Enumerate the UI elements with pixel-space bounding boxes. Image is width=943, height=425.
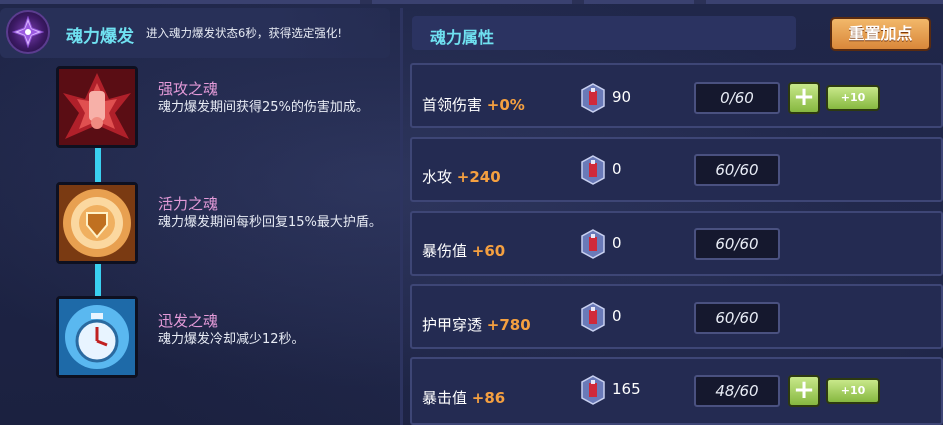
attribute-bonus: +240: [456, 168, 501, 186]
skill-description: 魂力爆发冷却减少12秒。: [158, 332, 305, 347]
attribute-level: 60/60: [694, 228, 780, 260]
soul-burst-title: 魂力爆发: [66, 27, 134, 47]
soul-gem-icon: [581, 229, 605, 259]
soul-gem-icon: [581, 375, 605, 405]
skill-name: 活力之魂: [158, 195, 219, 213]
vitality-soul-icon[interactable]: [56, 182, 138, 264]
attribute-bonus: +60: [471, 242, 506, 260]
soul-burst-icon: [6, 10, 50, 54]
gem-count: 0: [612, 160, 622, 178]
attribute-row: 首领伤害 +0% 90 0/60 + +10: [410, 63, 943, 128]
soul-gem-icon: [581, 83, 605, 113]
attack-soul-icon[interactable]: [56, 66, 138, 148]
attribute-level: 60/60: [694, 154, 780, 186]
gem-count: 0: [612, 307, 622, 325]
attribute-bonus: +86: [471, 389, 506, 407]
attribute-bonus: +780: [486, 316, 531, 334]
skill-name: 迅发之魂: [158, 312, 219, 330]
attribute-level: 0/60: [694, 82, 780, 114]
add-point-button[interactable]: +: [788, 375, 820, 407]
add-ten-points-button[interactable]: +10: [826, 85, 880, 111]
attributes-title: 魂力属性: [430, 28, 495, 47]
attribute-name: 首领伤害: [422, 96, 483, 114]
soul-burst-description: 进入魂力爆发状态6秒，获得选定强化!: [146, 26, 342, 40]
skill-connector: [95, 264, 101, 296]
attribute-level: 60/60: [694, 302, 780, 334]
skill-connector: [95, 148, 101, 182]
gem-count: 165: [612, 380, 641, 398]
attribute-bonus: +0%: [486, 96, 525, 114]
soul-gem-icon: [581, 302, 605, 332]
attribute-name: 暴伤值: [422, 242, 468, 260]
attribute-name: 护甲穿透: [422, 316, 483, 334]
panel-divider: [400, 8, 403, 425]
soul-gem-icon: [581, 155, 605, 185]
add-point-button[interactable]: +: [788, 82, 820, 114]
attribute-name: 暴击值: [422, 389, 468, 407]
attribute-name: 水攻: [422, 168, 453, 186]
attribute-row: 护甲穿透 +780 0 60/60: [410, 284, 943, 349]
skill-description: 魂力爆发期间每秒回复15%最大护盾。: [158, 215, 382, 230]
skill-description: 魂力爆发期间获得25%的伤害加成。: [158, 100, 369, 115]
swift-soul-icon[interactable]: [56, 296, 138, 378]
attribute-row: 水攻 +240 0 60/60: [410, 137, 943, 202]
gem-count: 0: [612, 234, 622, 252]
attribute-row: 暴击值 +86 165 48/60 + +10: [410, 357, 943, 425]
reset-points-button[interactable]: 重置加点: [830, 17, 931, 51]
skill-name: 强攻之魂: [158, 80, 219, 98]
add-ten-points-button[interactable]: +10: [826, 378, 880, 404]
gem-count: 90: [612, 88, 632, 106]
attribute-row: 暴伤值 +60 0 60/60: [410, 211, 943, 276]
top-tabs-strip: [0, 0, 943, 4]
attribute-level: 48/60: [694, 375, 780, 407]
